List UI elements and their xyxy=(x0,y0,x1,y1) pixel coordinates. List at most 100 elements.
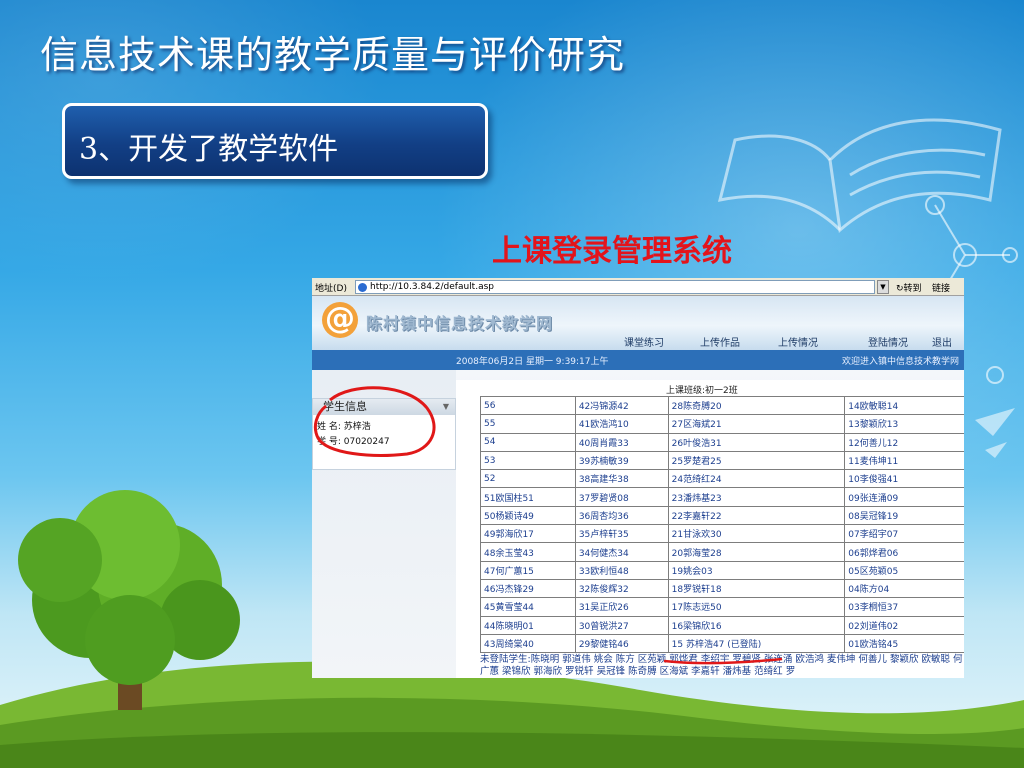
seat-cell: 40周肖霞33 xyxy=(574,432,669,452)
seat-cell: 55 xyxy=(480,414,576,434)
go-arrow-icon: ↻ xyxy=(896,284,904,294)
seat-cell: 43周绮棠40 xyxy=(480,633,576,654)
site-logo-text: 陈村镇中信息技术教学网 xyxy=(366,314,554,333)
student-name-row: 姓 名: 苏梓浩 xyxy=(317,419,371,432)
seat-cell: 21甘泳欢30 xyxy=(667,524,846,544)
nav-item-upload-work[interactable]: 上传作品 xyxy=(700,334,740,349)
seat-cell: 54 xyxy=(480,432,576,452)
class-title: 上课班级:初一2班 xyxy=(666,386,738,396)
seat-cell: 08吴冠锋19 xyxy=(844,505,964,526)
seat-cell: 30曾锐洪27 xyxy=(574,615,669,635)
table-row: 47何广蕙15 33欧利恒48 19姚会03 05区苑颖05 xyxy=(480,560,964,580)
embedded-screenshot: 地址(D) http://10.3.84.2/default.asp ▼ ↻转到… xyxy=(312,278,964,678)
seat-cell: 16梁锦欣16 xyxy=(667,615,846,635)
table-row: 51欧国柱51 37罗碧贤08 23潘炜基23 09张连涌09 xyxy=(480,487,964,507)
seat-cell: 29黎健铭46 xyxy=(574,633,669,654)
collapse-arrow-icon[interactable]: ▼ xyxy=(443,399,449,415)
slide-title: 信息技术课的教学质量与评价研究 xyxy=(40,33,626,77)
table-row: 54 40周肖霞33 26叶俊浩31 12何善儿12 xyxy=(480,432,964,452)
table-row: 44陈晓明01 30曾锐洪27 16梁锦欣16 02刘道伟02 xyxy=(480,615,964,635)
seat-cell: 04陈方04 xyxy=(844,578,964,599)
table-row: 46冯杰锋29 32陈俊辉32 18罗锐轩18 04陈方04 xyxy=(480,578,964,599)
student-info-title: 学生信息 xyxy=(323,400,367,413)
section-heading-box: 3、开发了教学软件 xyxy=(62,103,488,179)
absent-students: 未登陆学生:陈晓明 郭道伟 姚会 陈方 区苑颖 郭烨君 李绍宇 罗碧贤 张连涌 … xyxy=(480,654,964,678)
seat-cell: 44陈晓明01 xyxy=(480,615,576,635)
student-info-panel: 学生信息 ▼ 姓 名: 苏梓浩 学 号: 07020247 xyxy=(312,398,456,470)
table-row: 55 41欧浩鸿10 27区海斌21 13黎颖欣13 xyxy=(480,414,964,434)
seat-cell: 32陈俊辉32 xyxy=(574,578,669,599)
nav-item-login-status[interactable]: 登陆情况 xyxy=(868,334,908,349)
address-bar: 地址(D) http://10.3.84.2/default.asp ▼ ↻转到… xyxy=(312,278,964,296)
go-label: 转到 xyxy=(903,284,922,294)
site-logo-icon: @ xyxy=(322,302,358,338)
student-info-header[interactable]: 学生信息 ▼ xyxy=(313,399,455,415)
seat-cell: 12何善儿12 xyxy=(844,432,964,452)
student-id-row: 学 号: 07020247 xyxy=(317,434,390,447)
table-row: 43周绮棠40 29黎健铭46 15 苏梓浩47 (已登陆) 01欧浩铭45 xyxy=(480,633,964,654)
table-row: 48余玉莹43 34何健杰34 20郭海莹28 06郭烨君06 xyxy=(480,542,964,562)
student-name-value: 苏梓浩 xyxy=(343,422,371,432)
seat-cell: 31吴正欣26 xyxy=(574,597,669,617)
seat-cell: 34何健杰34 xyxy=(574,542,669,562)
url-input[interactable]: http://10.3.84.2/default.asp xyxy=(355,280,875,294)
absent-label: 未登陆学生: xyxy=(480,654,531,665)
seat-cell: 20郭海莹28 xyxy=(667,542,846,562)
student-name-label: 姓 名: xyxy=(317,422,341,432)
seat-cell: 01欧浩铭45 xyxy=(844,633,964,654)
seat-cell: 26叶俊浩31 xyxy=(667,432,846,452)
seat-cell: 41欧浩鸿10 xyxy=(574,414,669,434)
seat-cell: 09张连涌09 xyxy=(844,487,964,507)
slide-subtitle: 上课登录管理系统 xyxy=(492,234,732,269)
seat-cell: 13黎颖欣13 xyxy=(844,414,964,434)
seat-table: 56 42冯锦源42 28陈奇膊20 14欧敏聪14 55 41欧浩鸿10 27区海斌21 1… xyxy=(480,395,964,654)
table-row: 53 39苏楠敏39 25罗楚君25 11麦伟坤11 xyxy=(480,450,964,471)
seat-cell: 56 xyxy=(480,395,576,416)
table-row: 50杨颖诗49 36周杏均36 22李嘉轩22 08吴冠锋19 xyxy=(480,505,964,526)
seat-cell: 46冯杰锋29 xyxy=(480,578,576,599)
nav-item-upload-status[interactable]: 上传情况 xyxy=(778,334,818,349)
table-row: 52 38高建华38 24范绮红24 10李俊强41 xyxy=(480,469,964,489)
seat-cell: 17陈志远50 xyxy=(667,597,846,617)
seat-cell: 06郭烨君06 xyxy=(844,542,964,562)
seat-cell: 18罗锐轩18 xyxy=(667,578,846,599)
seat-cell: 05区苑颖05 xyxy=(844,560,964,580)
class-seat-panel: 上课班级:初一2班 56 42冯锦源42 28陈奇膊20 14欧敏聪14 55 41欧浩鸿… xyxy=(456,380,964,678)
date-bar: 2008年06月2日 星期一 9:39:17上午 欢迎进入镇中信息技术教学网 xyxy=(312,350,964,370)
seat-cell: 52 xyxy=(480,469,576,489)
seat-cell: 39苏楠敏39 xyxy=(574,450,669,471)
url-text: http://10.3.84.2/default.asp xyxy=(370,282,494,292)
welcome-text: 欢迎进入镇中信息技术教学网 xyxy=(842,357,960,367)
seat-cell: 24范绮红24 xyxy=(667,469,846,489)
seat-cell: 23潘炜基23 xyxy=(667,487,846,507)
seat-cell: 48余玉莹43 xyxy=(480,542,576,562)
seat-cell: 14欧敏聪14 xyxy=(844,395,964,416)
nav-item-logout[interactable]: 退出 xyxy=(932,334,952,349)
seat-cell: 38高建华38 xyxy=(574,469,669,489)
site-banner: @ 陈村镇中信息技术教学网 课堂练习 上传作品 上传情况 登陆情况 退出 xyxy=(312,296,964,350)
url-dropdown-icon[interactable]: ▼ xyxy=(877,280,889,294)
date-time: 2008年06月2日 星期一 9:39:17上午 xyxy=(456,357,609,367)
go-button[interactable]: ↻转到 xyxy=(896,281,922,294)
seat-cell: 42冯锦源42 xyxy=(574,395,669,416)
student-id-value: 07020247 xyxy=(343,437,390,447)
address-label: 地址(D) xyxy=(315,284,347,294)
seat-cell: 35卢梓轩35 xyxy=(574,524,669,544)
seat-cell: 11麦伟坤11 xyxy=(844,450,964,471)
table-row: 45黄雪莹44 31吴正欣26 17陈志远50 03李桐恒37 xyxy=(480,597,964,617)
nav-item-practice[interactable]: 课堂练习 xyxy=(624,334,664,349)
seat-cell: 15 苏梓浩47 (已登陆) xyxy=(667,633,846,654)
seat-cell: 07李绍宇07 xyxy=(844,524,964,544)
seat-cell: 27区海斌21 xyxy=(667,414,846,434)
seat-cell: 10李俊强41 xyxy=(844,469,964,489)
links-button[interactable]: 链接 xyxy=(932,281,950,294)
table-row: 49郭海欣17 35卢梓轩35 21甘泳欢30 07李绍宇07 xyxy=(480,524,964,544)
seat-cell: 51欧国柱51 xyxy=(480,487,576,507)
seat-cell: 28陈奇膊20 xyxy=(667,395,846,416)
table-row: 56 42冯锦源42 28陈奇膊20 14欧敏聪14 xyxy=(480,395,964,416)
seat-cell: 19姚会03 xyxy=(667,560,846,580)
seat-cell: 02刘道伟02 xyxy=(844,615,964,635)
seat-cell: 22李嘉轩22 xyxy=(667,505,846,526)
section-heading: 3、开发了教学软件 xyxy=(79,132,339,167)
ie-page-icon xyxy=(358,283,367,292)
